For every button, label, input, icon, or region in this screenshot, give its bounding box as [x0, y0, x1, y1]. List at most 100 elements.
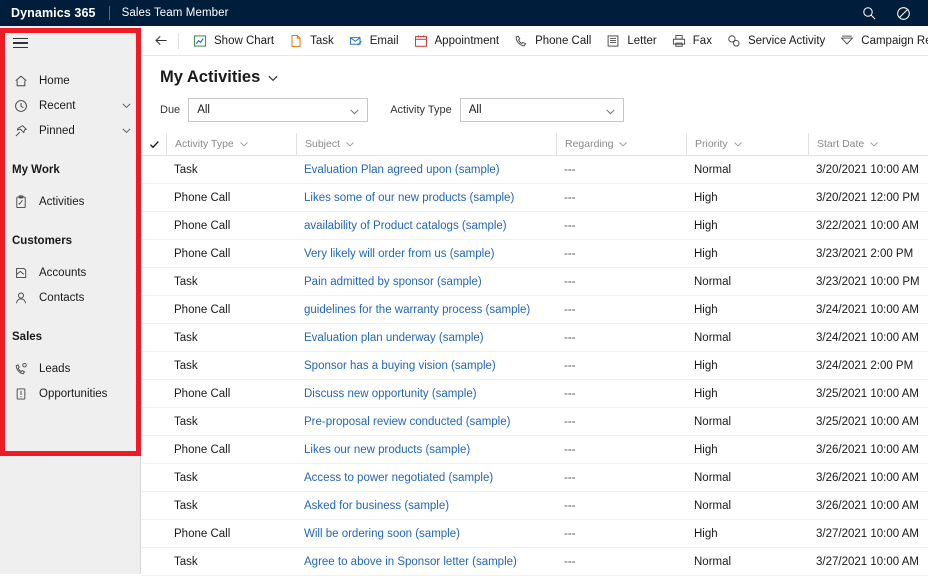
table-row[interactable]: Task Sponsor has a buying vision (sample)…	[142, 352, 928, 380]
row-select-checkbox[interactable]	[142, 436, 166, 464]
letter-button[interactable]: Letter	[598, 27, 663, 55]
sidebar-item-accounts[interactable]: Accounts	[0, 260, 140, 285]
cell-priority: Normal	[694, 275, 732, 288]
phone-call-button[interactable]: Phone Call	[506, 27, 598, 55]
show-chart-button[interactable]: Show Chart	[185, 27, 281, 55]
task-button[interactable]: Task	[281, 27, 341, 55]
cell-subject[interactable]: Sponsor has a buying vision (sample)	[296, 352, 556, 380]
chevron-down-icon[interactable]	[121, 125, 132, 136]
cell-subject[interactable]: availability of Product catalogs (sample…	[296, 212, 556, 240]
cell-subject[interactable]: Asked for business (sample)	[296, 492, 556, 520]
table-row[interactable]: Phone Call Discuss new opportunity (sampl…	[142, 380, 928, 408]
subject-link[interactable]: Sponsor has a buying vision (sample)	[304, 360, 496, 372]
sidebar-item-recent[interactable]: Recent	[0, 93, 140, 118]
table-row[interactable]: Phone Call Very likely will order from us…	[142, 240, 928, 268]
subject-link[interactable]: Agree to above in Sponsor letter (sample…	[304, 556, 517, 568]
table-row[interactable]: Phone Call Likes some of our new products…	[142, 184, 928, 212]
subject-link[interactable]: Likes some of our new products (sample)	[304, 192, 514, 204]
row-select-checkbox[interactable]	[142, 408, 166, 436]
campaign-response-button[interactable]: Campaign Response	[832, 27, 928, 55]
table-row[interactable]: Phone Call availability of Product catalo…	[142, 212, 928, 240]
table-row[interactable]: Task Pain admitted by sponsor (sample) ---…	[142, 268, 928, 296]
table-row[interactable]: Phone Call Will be ordering soon (sample)…	[142, 520, 928, 548]
subject-link[interactable]: Pre-proposal review conducted (sample)	[304, 416, 510, 428]
subject-link[interactable]: Pain admitted by sponsor (sample)	[304, 276, 482, 288]
cell-subject[interactable]: Evaluation Plan agreed upon (sample)	[296, 156, 556, 184]
view-selector[interactable]: My Activities	[160, 68, 279, 87]
cell-start-date: 3/20/2021 10:00 AM	[816, 163, 919, 176]
table-row[interactable]: Phone Call guidelines for the warranty pr…	[142, 296, 928, 324]
table-row[interactable]: Task Agree to above in Sponsor letter (sa…	[142, 548, 928, 576]
dynamics365-brand[interactable]: Dynamics 365	[0, 6, 96, 20]
cell-subject[interactable]: Likes some of our new products (sample)	[296, 184, 556, 212]
email-button[interactable]: Email	[341, 27, 406, 55]
fax-button[interactable]: Fax	[664, 27, 719, 55]
cell-subject[interactable]: Very likely will order from us (sample)	[296, 240, 556, 268]
row-select-checkbox[interactable]	[142, 240, 166, 268]
sidebar-item-home[interactable]: Home	[0, 68, 140, 93]
row-select-checkbox[interactable]	[142, 184, 166, 212]
column-header-subject[interactable]: Subject	[296, 132, 556, 156]
table-row[interactable]: Task Evaluation plan underway (sample) ---…	[142, 324, 928, 352]
cell-subject[interactable]: Access to power negotiated (sample)	[296, 464, 556, 492]
table-row[interactable]: Task Asked for business (sample) --- Normal…	[142, 492, 928, 520]
table-row[interactable]: Phone Call Likes our new products (sample…	[142, 436, 928, 464]
sidebar-item-opportunities[interactable]: Opportunities	[0, 381, 140, 406]
cell-subject[interactable]: Evaluation plan underway (sample)	[296, 324, 556, 352]
cell-subject[interactable]: Discuss new opportunity (sample)	[296, 380, 556, 408]
subject-link[interactable]: guidelines for the warranty process (sam…	[304, 304, 530, 316]
cell-priority: Normal	[694, 163, 732, 176]
row-select-checkbox[interactable]	[142, 268, 166, 296]
row-select-checkbox[interactable]	[142, 492, 166, 520]
cell-subject[interactable]: Will be ordering soon (sample)	[296, 520, 556, 548]
cell-subject[interactable]: Pre-proposal review conducted (sample)	[296, 408, 556, 436]
row-select-checkbox[interactable]	[142, 464, 166, 492]
service-activity-button[interactable]: Service Activity	[719, 27, 832, 55]
command-bar: Show Chart Task Email Appointment Phone	[142, 26, 928, 56]
chevron-down-icon[interactable]	[121, 100, 132, 111]
cell-regarding: ---	[564, 219, 576, 232]
cell-subject[interactable]: guidelines for the warranty process (sam…	[296, 296, 556, 324]
table-row[interactable]: Task Evaluation Plan agreed upon (sample)…	[142, 156, 928, 184]
row-select-checkbox[interactable]	[142, 156, 166, 184]
row-select-checkbox[interactable]	[142, 548, 166, 576]
cell-subject[interactable]: Likes our new products (sample)	[296, 436, 556, 464]
activity-type-filter-select[interactable]: All	[459, 98, 624, 122]
row-select-checkbox[interactable]	[142, 296, 166, 324]
column-header-start-date[interactable]: Start Date	[808, 132, 928, 156]
subject-link[interactable]: Evaluation plan underway (sample)	[304, 332, 484, 344]
table-row[interactable]: Task Pre-proposal review conducted (sampl…	[142, 408, 928, 436]
subject-link[interactable]: Very likely will order from us (sample)	[304, 248, 494, 260]
subject-link[interactable]: Evaluation Plan agreed upon (sample)	[304, 164, 500, 176]
row-select-checkbox[interactable]	[142, 212, 166, 240]
column-header-regarding[interactable]: Regarding	[556, 132, 686, 156]
appointment-button[interactable]: Appointment	[406, 27, 507, 55]
subject-link[interactable]: availability of Product catalogs (sample…	[304, 220, 507, 232]
subject-link[interactable]: Asked for business (sample)	[304, 500, 449, 512]
cell-subject[interactable]: Pain admitted by sponsor (sample)	[296, 268, 556, 296]
sidebar-item-contacts[interactable]: Contacts	[0, 285, 140, 310]
cell-subject[interactable]: Agree to above in Sponsor letter (sample…	[296, 548, 556, 576]
chevron-down-icon[interactable]	[267, 72, 279, 84]
column-header-activity-type[interactable]: Activity Type	[166, 132, 296, 156]
subject-link[interactable]: Access to power negotiated (sample)	[304, 472, 493, 484]
row-select-checkbox[interactable]	[142, 520, 166, 548]
site-map-hamburger-icon[interactable]	[0, 26, 40, 60]
table-row[interactable]: Task Access to power negotiated (sample) -…	[142, 464, 928, 492]
back-button[interactable]	[148, 27, 174, 55]
due-filter-select[interactable]: All	[188, 98, 369, 122]
select-all-checkbox[interactable]	[142, 133, 166, 156]
sidebar-item-activities[interactable]: Activities	[0, 189, 140, 214]
subject-link[interactable]: Discuss new opportunity (sample)	[304, 388, 477, 400]
search-icon[interactable]	[854, 0, 884, 26]
row-select-checkbox[interactable]	[142, 324, 166, 352]
column-header-priority[interactable]: Priority	[686, 132, 808, 156]
sidebar-item-leads[interactable]: Leads	[0, 356, 140, 381]
subject-link[interactable]: Likes our new products (sample)	[304, 444, 470, 456]
filter-icon[interactable]	[888, 0, 918, 26]
row-select-checkbox[interactable]	[142, 352, 166, 380]
row-select-checkbox[interactable]	[142, 380, 166, 408]
cell-activity-type: Phone Call	[174, 191, 231, 204]
subject-link[interactable]: Will be ordering soon (sample)	[304, 528, 460, 540]
sidebar-item-pinned[interactable]: Pinned	[0, 118, 140, 143]
